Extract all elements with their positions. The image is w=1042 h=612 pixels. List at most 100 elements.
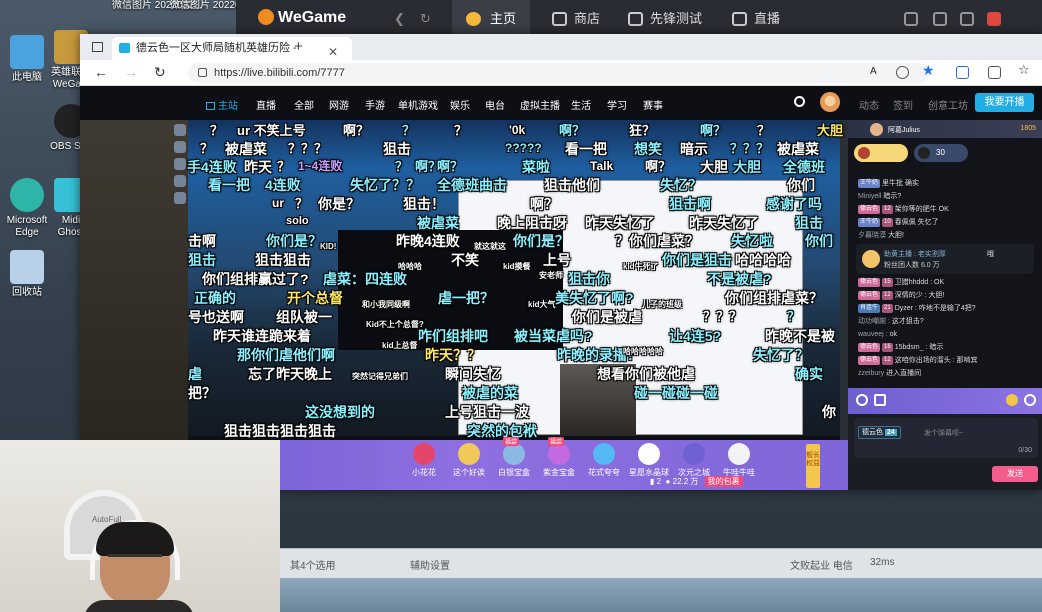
user-avatar[interactable] [820,92,840,112]
nav-online-games[interactable]: 网游 [329,97,349,112]
gift-item[interactable]: 花式夸夸 [580,443,628,478]
danmaku-comment: ？ [395,159,409,174]
window-menu-icon[interactable] [92,42,103,52]
chat-message[interactable]: 德云色 16 15bdsm_ : 暗示 [848,341,1042,354]
nav-vtuber[interactable]: 虚拟主播 [520,97,560,112]
wegame-avatar-icon[interactable] [987,12,1001,26]
danmaku-comment: ？ [200,141,214,156]
nav-study[interactable]: 学习 [607,97,627,112]
chat-message[interactable]: Miniyell 暗示? [848,190,1042,203]
danmaku-comment: 安老师 [539,271,563,280]
gift-item[interactable]: 这个好诶 [445,443,493,478]
refresh-icon[interactable]: ↻ [154,64,166,81]
gift-item[interactable]: 牛哇牛哇 [715,443,763,478]
gift-label: 花式夸夸 [588,468,620,477]
chat-message[interactable]: 德云色 12 架你等的肥牛 OK [848,203,1042,216]
danmaku-comment: ？你们虐菜？ [615,233,699,249]
nav-single-games[interactable]: 单机游戏 [398,97,438,112]
wegame-tab-store[interactable]: 商店 [552,0,600,38]
start-live-button[interactable]: 我要开播 [975,93,1034,112]
nav-mobile-games[interactable]: 手游 [365,97,385,112]
chat-message[interactable]: 德云色 12 深情的少 : 大胆! [848,289,1042,302]
chat-message[interactable]: 德云色 12 这咱你出场的溜头 : 那啃宾 [848,354,1042,367]
desktop-icon-recycle-bin[interactable]: 回收站 [0,250,59,299]
nav-live[interactable]: 直播 [256,97,276,112]
back-icon[interactable]: ← [94,64,108,80]
read-aloud-icon[interactable]: A [870,66,883,79]
danmaku-comment: 狙击！ [403,196,445,212]
wegame-tab-beta[interactable]: 先锋测试 [628,0,702,38]
wegame-friends-icon[interactable] [933,12,947,26]
chat-message[interactable]: 动功嘲謝 : 这才狙击? [848,315,1042,328]
streamer-avatar[interactable] [870,123,883,136]
nav-radio[interactable]: 电台 [485,97,505,112]
favorites-bar-icon[interactable]: ☆ [1018,62,1031,77]
emoji-icon[interactable] [856,394,868,406]
nav-checkin[interactable]: 签到 [893,97,913,112]
chat-message[interactable]: 王牛奶 里牛批 确实 [848,177,1042,190]
wegame-tab-home[interactable]: 主页 [452,0,531,38]
tab-close-icon[interactable]: ✕ [328,41,338,60]
settings-gear-icon[interactable] [874,394,886,406]
gift-item[interactable]: 福袋 白银宝盒 [490,437,538,478]
wegame-refresh-icon[interactable]: ↻ [420,11,431,27]
danmaku-comment: 失忆啦 [731,233,773,249]
nav-entertainment[interactable]: 娱乐 [450,97,470,112]
chat-username[interactable]: 夕暮晓漠 [858,232,886,239]
fan-medal-name: 德云色 [862,429,883,436]
fan-medal[interactable]: 德云色 24 [858,426,901,439]
gift-item[interactable]: 次元之城 [670,443,718,478]
danmaku-input[interactable]: 德云色 24 发个弹幕呗~ 0/30 [854,418,1038,458]
extensions-puzzle-icon[interactable] [988,66,1001,79]
nav-all[interactable]: 全部 [294,97,314,112]
danmaku-comment: Kid不上个总督? [366,320,424,329]
forward-icon[interactable]: → [124,64,138,80]
chat-message[interactable]: zzeibury 进入直播间 [848,367,1042,380]
chat-message[interactable]: 德云色 15 卫腊hhddd : OK [848,276,1042,289]
gift-item[interactable]: 星愿水晶球 [625,443,673,478]
nav-workshop[interactable]: 创意工坊 [928,97,968,112]
favorite-star-icon[interactable]: ★ [922,62,935,78]
wegame-logo[interactable]: WeGame [258,9,346,27]
chat-username[interactable]: Miniyell [858,193,881,200]
wegame-mail-icon[interactable] [904,12,918,26]
sticker-icon[interactable] [1006,394,1018,406]
chat-username[interactable]: zzeibury [858,370,884,377]
new-tab-icon[interactable]: + [294,38,303,55]
nav-main-site[interactable]: 主站 [206,97,238,112]
my-bag-button[interactable]: 我的包裹 [704,476,743,487]
chat-username[interactable]: 动功嘲謝 : [858,318,890,325]
danmaku-comment: 把？ [188,385,216,401]
chat-message[interactable]: 肖连牛 21 Dyzer : 咋地不是输了4把? [848,302,1042,315]
captain-benefits-button[interactable]: 舰长权益 [806,444,820,488]
browser-tab[interactable]: 德云色一区大师局随机英雄历险 - ✕ [112,37,352,60]
gift-icon [728,443,750,465]
gift-item[interactable]: 小花花 [400,443,448,478]
danmaku-comment: ？ [402,123,416,138]
wegame-back-icon[interactable]: ❮ [394,11,405,27]
expand-icon[interactable] [1024,394,1036,406]
nav-dynamics[interactable]: 动态 [859,97,879,112]
danmaku-comment: 被虐菜 [417,215,459,231]
chat-message[interactable] [848,164,1042,177]
send-button[interactable]: 发送 [992,466,1038,482]
danmaku-comment: 菜啦 [522,159,550,175]
wegame-download-icon[interactable] [960,12,974,26]
fans-chip[interactable]: 30 [914,144,968,162]
wegame-tab-live[interactable]: 直播 [732,0,780,38]
live-player[interactable]: ？ ur 不笑上号 啊？？？ '0k 啊？ 狂？ 啊？？大胆？被虐菜？？？ 狙击????? 看一… [80,120,848,440]
address-bar[interactable]: https://live.bilibili.com/7777 [188,63,930,83]
nav-life[interactable]: 生活 [571,97,591,112]
chat-message[interactable]: wauveej : ok [848,328,1042,341]
nav-esports[interactable]: 赛事 [643,97,663,112]
chat-message[interactable]: 夕暮晓漠 大胆! [848,229,1042,242]
chat-message[interactable]: 王牛奶 10 春佩佩 失忆了 [848,216,1042,229]
zoom-icon[interactable] [896,66,909,79]
gift-item[interactable]: 福袋 紫金宝盒 [535,437,583,478]
rank-chip[interactable] [854,144,908,162]
fan-club-card[interactable]: 助黄主播 : 老实割厚 粉丝团人数 6.0 万 哦 [856,244,1034,274]
search-icon[interactable] [794,96,805,107]
danmaku-comment: ur [272,196,284,210]
chat-username[interactable]: wauveej : [858,331,888,338]
extension-icon[interactable] [956,66,969,79]
